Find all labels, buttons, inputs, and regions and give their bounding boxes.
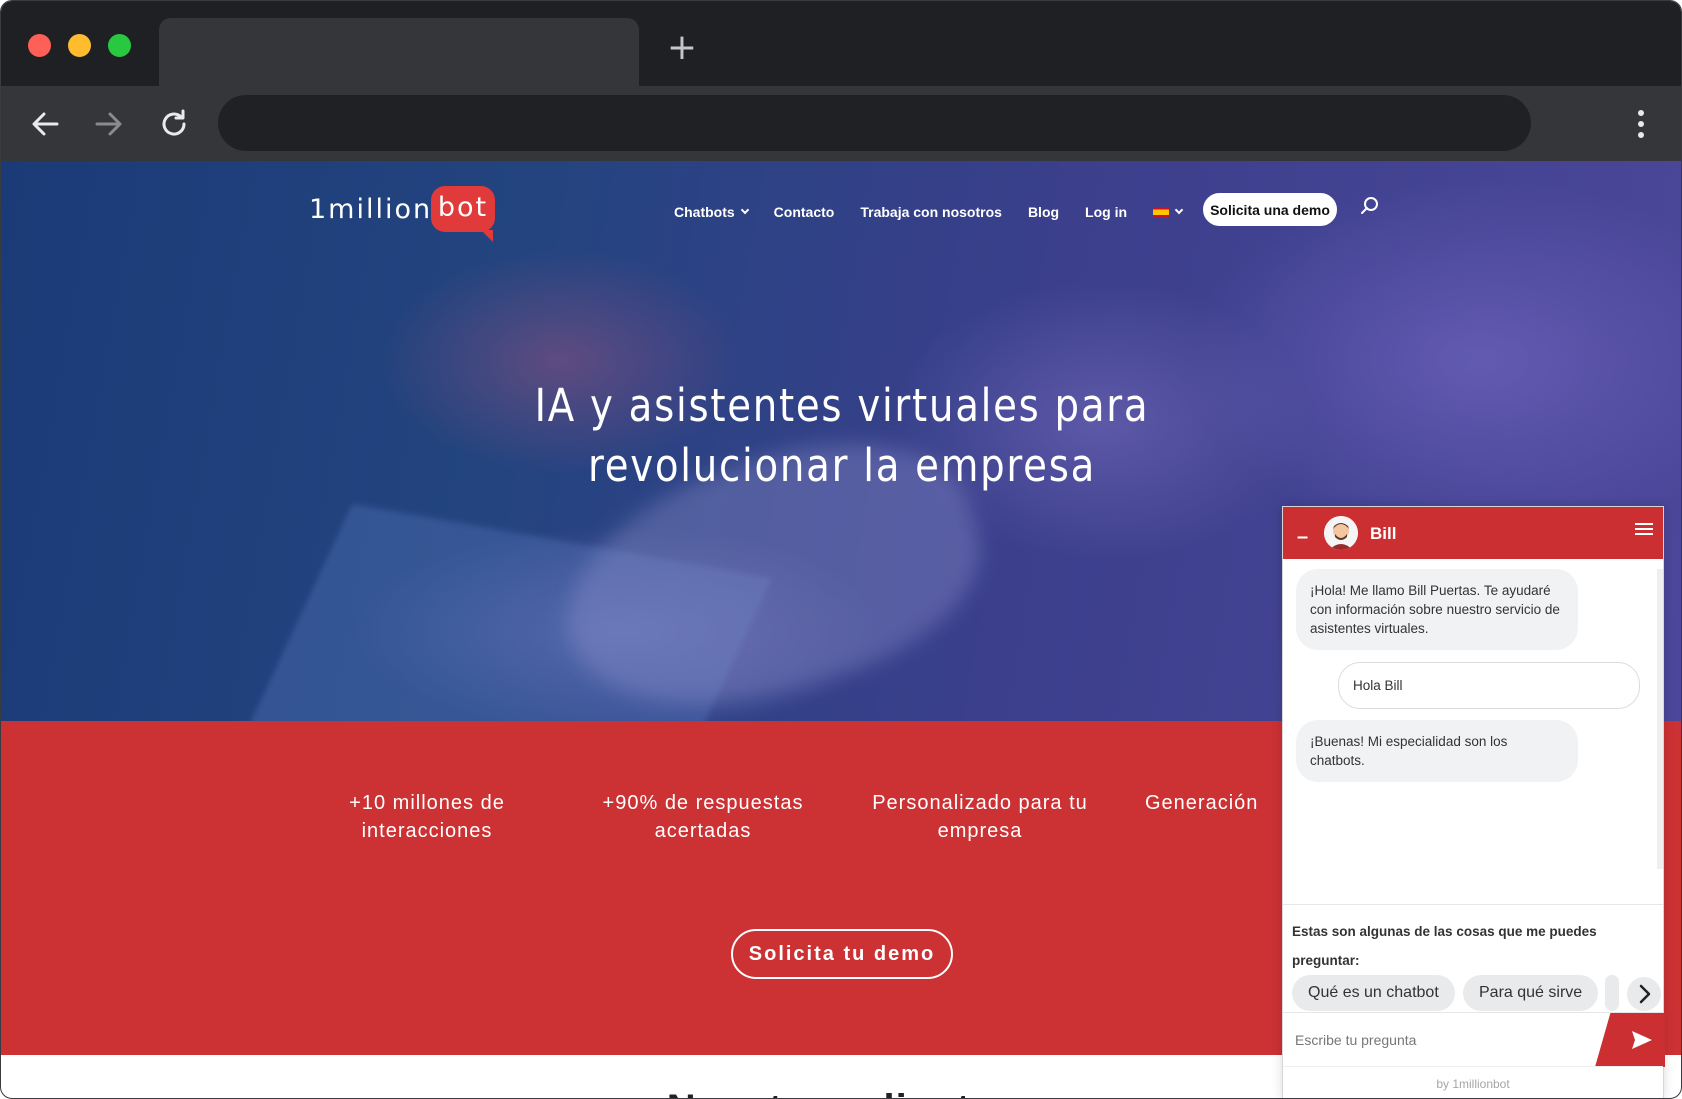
maximize-window-button[interactable] [108,34,131,57]
close-window-button[interactable] [28,34,51,57]
bot-name: Bill [1370,524,1397,543]
stat-personalized: Personalizado para tu empresa [849,789,1111,845]
search-icon[interactable] [1359,195,1381,217]
browser-window: + 1million bot Chatbots Contacto Trabaja… [0,0,1682,1099]
spain-flag-icon [1153,206,1170,218]
bot-message: ¡Buenas! Mi especialidad son los chatbot… [1296,720,1578,782]
language-selector[interactable] [1153,205,1184,218]
suggestions-intro: Estas son algunas de las cosas que me pu… [1292,924,1597,968]
forward-arrow-icon[interactable] [91,106,127,142]
request-demo-cta-button[interactable]: Solicita tu demo [731,929,953,979]
logo-bot-text: bot [437,192,489,223]
hero-title-line1: IA y asistentes virtuales para [534,379,1150,432]
stat-line: +10 millones de [349,792,505,814]
browser-menu-icon[interactable] [1623,106,1659,142]
send-button[interactable] [1595,1013,1665,1067]
browser-tab[interactable] [159,18,639,86]
nav-item-login[interactable]: Log in [1085,204,1127,220]
stat-line: +90% de respuestas [602,792,804,814]
chevron-down-icon [740,205,749,215]
hero-title: IA y asistentes virtuales para revolucio… [119,376,1566,496]
chat-footer[interactable]: by 1millionbot [1283,1066,1663,1098]
stat-line: acertadas [654,820,752,842]
nav-item-chatbots[interactable]: Chatbots [674,204,749,220]
bot-avatar [1324,516,1358,550]
bot-message: ¡Hola! Me llamo Bill Puertas. Te ayudaré… [1296,569,1578,650]
nav-item-label: Log in [1085,204,1128,220]
suggestions-panel: Estas son algunas de las cosas que me pu… [1283,904,1663,1014]
new-tab-icon[interactable]: + [665,30,699,66]
stat-line: Personalizado para tu [872,792,1088,814]
stat-line: interacciones [361,820,493,842]
hero-title-line2: revolucionar la empresa [587,439,1097,492]
stat-generation: Generación [1145,789,1285,817]
chat-messages: ¡Hola! Me llamo Bill Puertas. Te ayudaré… [1283,559,1663,904]
chat-message-input[interactable] [1295,1027,1585,1053]
logo-bubble: bot [431,186,495,242]
browser-toolbar [1,86,1681,161]
nav-item-label: Contacto [773,204,835,220]
send-icon [1632,1031,1652,1049]
main-nav: Chatbots Contacto Trabaja con nosotros B… [674,197,1208,227]
avatar-illustration [1324,516,1358,550]
minimize-window-button[interactable] [68,34,91,57]
reload-icon[interactable] [156,106,192,142]
stat-accuracy: +90% de respuestas acertadas [577,789,829,845]
nav-item-contacto[interactable]: Contacto [774,204,835,220]
address-bar[interactable] [218,95,1531,151]
stat-line: empresa [937,820,1023,842]
request-demo-button[interactable]: Solicita una demo [1203,193,1337,226]
chat-input-area [1283,1012,1665,1067]
chevron-down-icon [1174,205,1184,215]
chevron-right-icon[interactable] [1627,977,1661,1011]
chat-scrollbar[interactable] [1657,569,1663,869]
nav-item-label: Chatbots [674,204,735,220]
nav-item-label: Blog [1027,204,1060,220]
back-arrow-icon[interactable] [27,106,63,142]
chat-menu-icon[interactable] [1635,523,1653,537]
user-message: Hola Bill [1338,662,1640,709]
nav-item-trabaja[interactable]: Trabaja con nosotros [860,204,1002,220]
browser-titlebar: + [1,1,1681,86]
stat-interactions: +10 millones de interacciones [315,789,539,845]
suggestion-chip[interactable]: Para qué sirve [1463,975,1599,1011]
minimize-chat-icon[interactable]: – [1297,527,1308,547]
chat-widget: – Bill ¡Hola! Me llamo Bill Puertas. Te … [1282,506,1665,1098]
suggestion-chip-partial[interactable] [1605,975,1619,1011]
chat-header: – Bill [1283,507,1663,559]
nav-item-label: Trabaja con nosotros [860,204,1002,220]
nav-item-blog[interactable]: Blog [1028,204,1059,220]
suggestion-chip[interactable]: Qué es un chatbot [1292,975,1455,1011]
logo-text: 1million [309,194,433,225]
stat-line: Generación [1145,792,1259,814]
